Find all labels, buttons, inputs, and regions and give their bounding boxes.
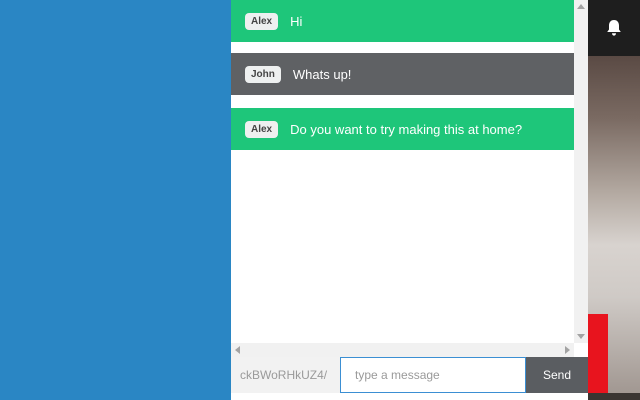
message-composer: ckBWoRHkUZ4/ Send: [231, 357, 588, 400]
vertical-scrollbar[interactable]: [574, 0, 588, 343]
left-blue-panel: [0, 0, 231, 400]
chat-messages[interactable]: Alex Hi John Whats up! Alex Do you want …: [231, 0, 574, 343]
message-text: Whats up!: [292, 66, 352, 82]
scroll-down-icon[interactable]: [577, 334, 585, 339]
author-badge: John: [245, 65, 281, 83]
message-input[interactable]: [340, 357, 526, 393]
scroll-up-icon[interactable]: [577, 4, 585, 9]
author-badge: Alex: [245, 12, 279, 30]
scroll-left-icon[interactable]: [235, 346, 240, 354]
video-red-object: [588, 314, 608, 400]
bell-icon: [607, 20, 621, 36]
send-button[interactable]: Send: [526, 357, 588, 393]
chat-message: John Whats up!: [231, 53, 574, 95]
notifications-button[interactable]: [588, 0, 640, 56]
chat-message: Alex Do you want to try making this at h…: [231, 108, 574, 150]
horizontal-scrollbar[interactable]: [231, 343, 574, 357]
chat-message: Alex Hi: [231, 0, 574, 42]
author-badge: Alex: [245, 120, 279, 138]
video-background: [588, 56, 640, 400]
message-text: Hi: [290, 13, 303, 29]
room-id-label: ckBWoRHkUZ4/: [231, 357, 340, 393]
message-text: Do you want to try making this at home?: [290, 121, 523, 137]
scroll-right-icon[interactable]: [565, 346, 570, 354]
